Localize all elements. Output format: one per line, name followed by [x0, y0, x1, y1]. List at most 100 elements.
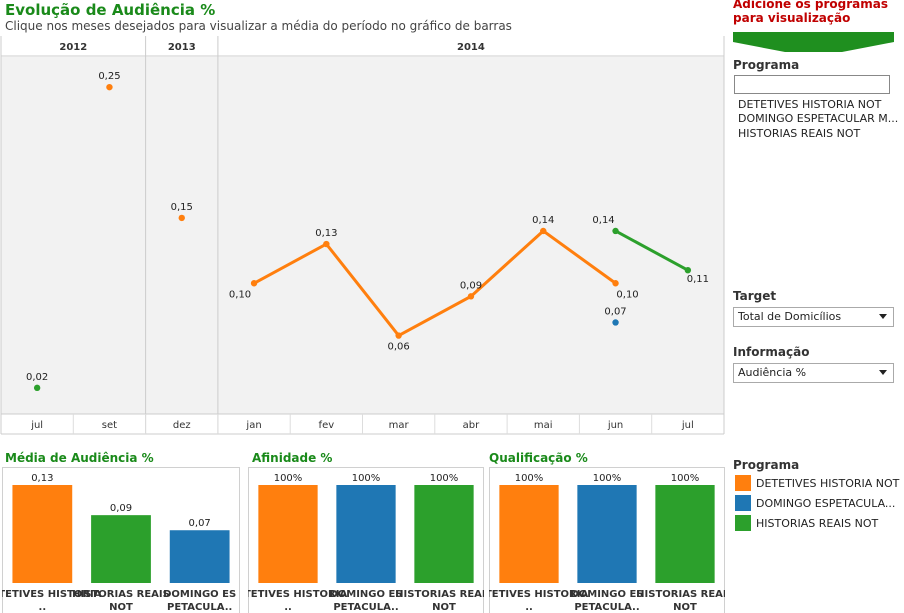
year-header-2013[interactable]: 2013: [168, 42, 196, 53]
data-label: 0,15: [171, 202, 193, 213]
data-label: 0,14: [592, 215, 614, 226]
audience-evolution-chart[interactable]: 2012 2013 2014 jul set dez jan fev mar abr mai jun j…: [0, 36, 726, 436]
data-point[interactable]: [178, 214, 185, 222]
month-tick-fev[interactable]: fev: [319, 420, 335, 431]
page-title: Evolução de Audiência %: [5, 1, 216, 19]
month-tick-mai[interactable]: mai: [534, 420, 553, 431]
bar-value-label: 100%: [671, 473, 700, 484]
bar-value-label: 100%: [352, 473, 381, 484]
data-point[interactable]: [250, 280, 258, 287]
legend-item-domingo[interactable]: DOMINGO ESPETACULA...: [735, 495, 895, 511]
bar-value-label: 100%: [274, 473, 303, 484]
data-label: 0,06: [388, 342, 410, 353]
data-label: 0,13: [315, 228, 337, 239]
bar[interactable]: [169, 530, 230, 583]
target-dropdown[interactable]: Total de Domicílios: [733, 307, 894, 327]
page-subtitle: Clique nos meses desejados para visualiz…: [5, 19, 512, 33]
legend-label: DETETIVES HISTORIA NOT: [756, 476, 900, 490]
data-point[interactable]: [540, 227, 547, 235]
data-point[interactable]: [33, 384, 41, 392]
bar-value-label: 100%: [430, 473, 459, 484]
bar-category-label[interactable]: HISTORIAS REAIS: [72, 589, 170, 600]
banner-arrow-icon: [733, 32, 894, 52]
bar-value-label: 0,09: [110, 503, 132, 514]
data-point[interactable]: [323, 240, 330, 248]
chevron-down-icon: [879, 370, 887, 375]
month-tick-jun[interactable]: jun: [607, 420, 623, 431]
bar[interactable]: [258, 485, 318, 583]
add-programs-title: Adicione os programas para visualização: [733, 0, 888, 25]
data-point[interactable]: [467, 293, 475, 300]
informacao-dropdown[interactable]: Audiência %: [733, 363, 894, 383]
afinidade-title: Afinidade %: [252, 451, 333, 465]
target-dropdown-value: Total de Domicílios: [738, 310, 842, 323]
qualificacao-chart[interactable]: 100%DETETIVES HISTORIA..100%DOMINGO ESPE…: [489, 467, 725, 613]
month-tick-mar[interactable]: mar: [389, 420, 410, 431]
media-audiencia-title: Média de Audiência %: [5, 451, 154, 465]
data-point[interactable]: [612, 319, 619, 326]
data-point[interactable]: [684, 266, 692, 274]
data-label: 0,02: [26, 372, 48, 383]
bar-category-label[interactable]: DOMINGO ES: [329, 589, 402, 600]
bar-category-label[interactable]: HISTORIAS REAIS: [636, 589, 725, 600]
bar-category-label[interactable]: ..: [525, 602, 533, 613]
bar[interactable]: [91, 515, 151, 583]
data-point[interactable]: [612, 280, 619, 287]
qualificacao-title: Qualificação %: [489, 451, 588, 465]
legend-item-detetives[interactable]: DETETIVES HISTORIA NOT: [735, 475, 899, 491]
month-tick-abr[interactable]: abr: [463, 420, 480, 431]
bar-category-label[interactable]: DOMINGO ES: [163, 589, 236, 600]
year-header-2012[interactable]: 2012: [59, 42, 87, 53]
month-tick-set[interactable]: set: [102, 420, 117, 431]
programa-filter-label: Programa: [733, 58, 800, 72]
bar-value-label: 0,13: [31, 473, 53, 484]
bar[interactable]: [414, 485, 474, 583]
bar-category-label[interactable]: NOT: [673, 602, 697, 613]
programa-option-2[interactable]: HISTORIAS REAIS NOT: [738, 127, 860, 140]
bar-category-label[interactable]: PETACULA..: [167, 602, 232, 613]
programa-search-input[interactable]: [734, 75, 890, 94]
afinidade-chart[interactable]: 100%DETETIVES HISTORIA..100%DOMINGO ESPE…: [248, 467, 484, 613]
bar-category-label[interactable]: DOMINGO ES: [570, 589, 643, 600]
legend-item-historias[interactable]: HISTORIAS REAIS NOT: [735, 515, 878, 531]
media-audiencia-chart[interactable]: 0,13DETETIVES HISTORIA..0,09HISTORIAS RE…: [2, 467, 240, 613]
bar-category-label[interactable]: PETACULA..: [574, 602, 639, 613]
programa-option-0[interactable]: DETETIVES HISTORIA NOT: [738, 98, 881, 111]
data-label: 0,25: [98, 71, 120, 82]
month-tick-jul[interactable]: jul: [681, 420, 694, 431]
bar[interactable]: [336, 485, 396, 583]
plot-area: [1, 57, 724, 414]
data-point[interactable]: [106, 83, 113, 91]
bar-category-label[interactable]: ..: [39, 602, 47, 613]
data-point[interactable]: [612, 227, 619, 235]
data-label: 0,07: [604, 306, 626, 317]
bar[interactable]: [12, 485, 73, 583]
data-label: 0,11: [687, 274, 709, 285]
bar-category-label[interactable]: NOT: [109, 602, 133, 613]
bar[interactable]: [577, 485, 637, 583]
data-label: 0,10: [616, 289, 638, 300]
bar-category-label[interactable]: PETACULA..: [333, 602, 398, 613]
bar-category-label[interactable]: NOT: [432, 602, 456, 613]
informacao-label: Informação: [733, 345, 810, 359]
data-label: 0,14: [532, 215, 554, 226]
bar-value-label: 0,07: [189, 518, 211, 529]
legend-title: Programa: [733, 458, 800, 472]
informacao-dropdown-value: Audiência %: [738, 366, 807, 379]
add-programs-banner: [733, 32, 894, 52]
legend-swatch: [735, 475, 751, 491]
data-point[interactable]: [395, 332, 402, 339]
programa-option-1[interactable]: DOMINGO ESPETACULAR M...: [738, 112, 898, 125]
bar[interactable]: [499, 485, 559, 583]
legend-swatch: [735, 515, 751, 531]
year-header-2014[interactable]: 2014: [457, 42, 485, 53]
bar-category-label[interactable]: HISTORIAS REAIS: [395, 589, 484, 600]
data-label: 0,10: [229, 289, 251, 300]
legend-label: DOMINGO ESPETACULA...: [756, 496, 896, 510]
month-tick-dez[interactable]: dez: [173, 420, 191, 431]
month-tick-jul[interactable]: jul: [30, 420, 43, 431]
bar-category-label[interactable]: ..: [284, 602, 292, 613]
chevron-down-icon: [879, 314, 887, 319]
month-tick-jan[interactable]: jan: [245, 420, 261, 431]
bar[interactable]: [655, 485, 715, 583]
